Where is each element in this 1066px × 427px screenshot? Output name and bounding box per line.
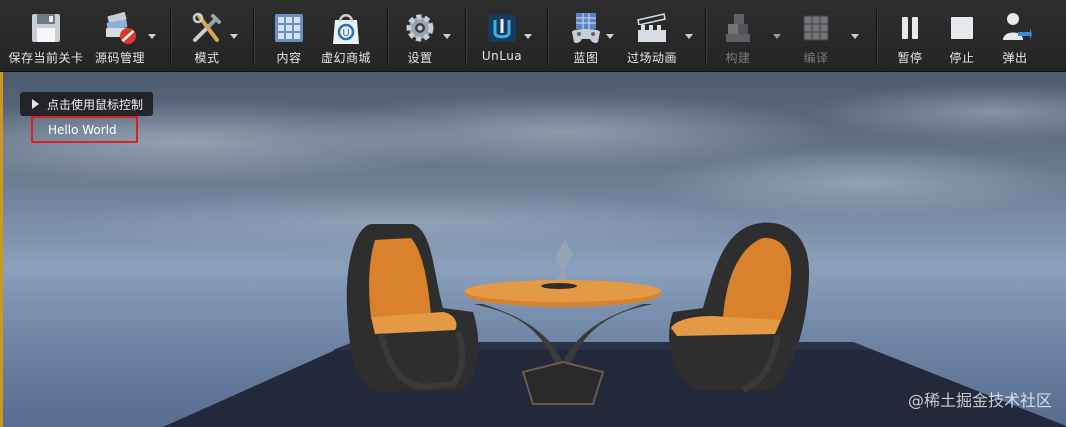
gear-icon	[402, 10, 438, 46]
compile-dropdown[interactable]	[851, 34, 859, 39]
toolbar-separator	[253, 8, 255, 66]
pause-icon	[892, 10, 928, 46]
cinematics-label: 过场动画	[626, 51, 677, 65]
pause-button[interactable]: 暂停	[888, 0, 932, 71]
modes-dropdown[interactable]	[230, 34, 238, 39]
source-control-label: 源码管理	[94, 51, 145, 65]
build-button[interactable]: 构建	[716, 0, 760, 71]
hello-world-highlight: Hello World	[31, 116, 138, 143]
toolbar-separator	[876, 8, 878, 66]
content-grid-icon	[271, 10, 307, 46]
save-level-label: 保存当前关卡	[8, 51, 84, 65]
compile-label: 编译	[803, 51, 829, 65]
settings-button[interactable]: 设置	[398, 0, 442, 71]
content-button[interactable]: 内容	[264, 0, 314, 71]
main-toolbar: 保存当前关卡 源码管理 模式 内容 U 虚幻商城 设置 UnLua 蓝图 过场动…	[0, 0, 1066, 72]
eject-label: 弹出	[1002, 51, 1028, 65]
cursor-icon	[32, 99, 39, 109]
unlua-dropdown[interactable]	[524, 34, 532, 39]
stop-icon	[944, 10, 980, 46]
source-control-dropdown[interactable]	[148, 34, 156, 39]
source-control-icon	[102, 10, 138, 46]
source-control-button[interactable]: 源码管理	[92, 0, 148, 71]
eject-person-icon	[997, 10, 1033, 46]
toolbar-separator	[465, 8, 467, 66]
editor-window: 保存当前关卡 源码管理 模式 内容 U 虚幻商城 设置 UnLua 蓝图 过场动…	[0, 0, 1066, 427]
toolbar-separator	[705, 8, 707, 66]
marketplace-label: 虚幻商城	[320, 51, 371, 65]
build-dropdown[interactable]	[773, 34, 781, 39]
clapperboard-icon	[634, 10, 670, 46]
toolbar-separator	[170, 8, 172, 66]
unlua-button[interactable]: UnLua	[478, 0, 526, 71]
svg-text:U: U	[342, 28, 349, 39]
toolbar-separator	[387, 8, 389, 66]
build-label: 构建	[725, 51, 751, 65]
blueprint-gamepad-icon	[568, 10, 604, 46]
marketplace-bag-icon: U	[328, 10, 364, 46]
compile-button[interactable]: 编译	[790, 0, 842, 71]
unlua-logo-icon	[484, 10, 520, 46]
stop-button[interactable]: 停止	[940, 0, 984, 71]
blueprints-label: 蓝图	[573, 51, 599, 65]
cinematics-button[interactable]: 过场动画	[624, 0, 680, 71]
eject-button[interactable]: 弹出	[993, 0, 1037, 71]
blueprints-button[interactable]: 蓝图	[560, 0, 612, 71]
settings-label: 设置	[407, 51, 433, 65]
modes-button[interactable]: 模式	[182, 0, 232, 71]
unlua-label: UnLua	[481, 49, 523, 63]
build-blocks-icon	[720, 10, 756, 46]
compile-cubes-icon	[798, 10, 834, 46]
level-viewport[interactable]: 点击使用鼠标控制 Hello World @稀土掘金技术社区	[0, 72, 1066, 427]
stop-label: 停止	[949, 51, 975, 65]
modes-label: 模式	[194, 51, 220, 65]
mouse-control-hint-text: 点击使用鼠标控制	[47, 97, 144, 112]
hello-world-text: Hello World	[48, 123, 117, 137]
toolbar-separator	[547, 8, 549, 66]
tools-icon	[189, 10, 225, 46]
mouse-control-hint[interactable]: 点击使用鼠标控制	[20, 92, 154, 116]
floppy-disk-icon	[28, 10, 64, 46]
cinematics-dropdown[interactable]	[685, 34, 693, 39]
scene-render	[163, 222, 1066, 427]
blueprints-dropdown[interactable]	[606, 34, 614, 39]
pause-label: 暂停	[897, 51, 923, 65]
save-level-button[interactable]: 保存当前关卡	[6, 0, 86, 71]
settings-dropdown[interactable]	[443, 34, 451, 39]
content-label: 内容	[276, 51, 302, 65]
marketplace-button[interactable]: U 虚幻商城	[318, 0, 374, 71]
watermark: @稀土掘金技术社区	[907, 391, 1052, 410]
